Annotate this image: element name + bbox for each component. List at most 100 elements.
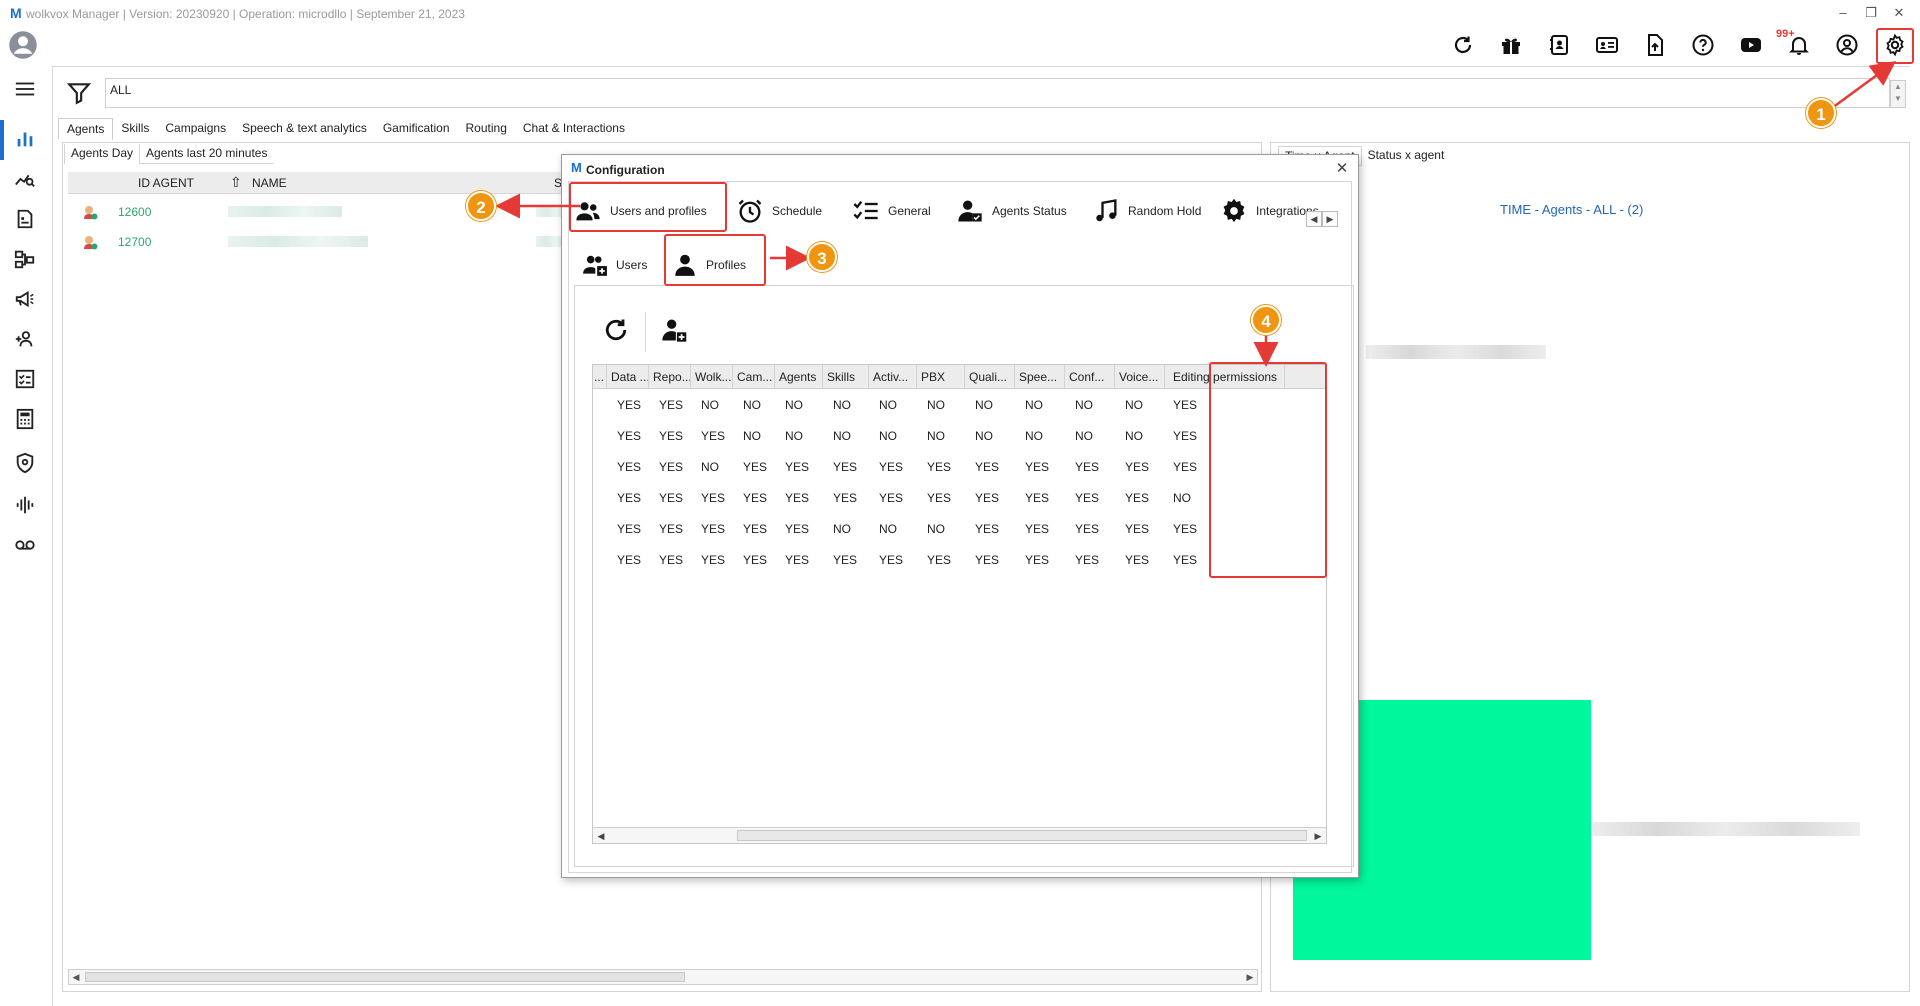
menu-hamburger-icon[interactable] — [8, 74, 42, 104]
filter-input[interactable]: ALL — [105, 78, 1890, 108]
tabs-scroll-right[interactable]: ▶ — [1322, 211, 1338, 227]
refresh-icon[interactable] — [1446, 30, 1480, 60]
table-cell: YES — [927, 460, 952, 474]
tab-chat-interactions[interactable]: Chat & Interactions — [515, 118, 633, 140]
table-cell: YES — [785, 491, 810, 505]
contacts-book-icon[interactable] — [1542, 30, 1576, 60]
table-cell: NO — [975, 398, 993, 412]
refresh-profiles-button[interactable] — [598, 312, 634, 348]
sidebar-active-indicator — [0, 120, 4, 160]
youtube-icon[interactable] — [1734, 30, 1768, 60]
scroll-right-arrow[interactable]: ▶ — [1311, 829, 1325, 843]
table-cell: YES — [975, 553, 1000, 567]
app-logo: M — [10, 5, 22, 21]
table-cell: YES — [659, 460, 684, 474]
id-card-icon[interactable] — [1590, 30, 1624, 60]
subtab-agents-day[interactable]: Agents Day — [64, 144, 141, 164]
subtab-users-label: Users — [616, 258, 648, 272]
column-name[interactable]: NAME — [252, 176, 287, 190]
sidebar-item-checklist-icon[interactable] — [8, 364, 42, 394]
sidebar-item-flows-icon[interactable] — [8, 244, 42, 274]
tab-gamification[interactable]: Gamification — [375, 118, 458, 140]
table-cell: YES — [659, 398, 684, 412]
table-cell: YES — [975, 522, 1000, 536]
tab-speech-text-analytics[interactable]: Speech & text analytics — [234, 118, 375, 140]
table-cell: NO — [1025, 429, 1043, 443]
restore-button[interactable]: ❐ — [1858, 3, 1884, 23]
sidebar-item-audio-waveform-icon[interactable] — [8, 490, 42, 520]
table-cell: YES — [617, 553, 642, 567]
table-cell: NO — [701, 398, 719, 412]
column-activities[interactable]: Activ... — [869, 365, 917, 389]
sidebar-item-dashboard-bar-chart-icon[interactable] — [8, 124, 42, 154]
minimize-button[interactable]: – — [1830, 3, 1856, 23]
scroll-left-arrow[interactable]: ◀ — [69, 970, 83, 984]
tab-skills[interactable]: Skills — [113, 118, 157, 140]
tab-schedule[interactable]: Schedule — [736, 189, 822, 233]
table-cell: YES — [617, 522, 642, 536]
upload-file-icon[interactable] — [1638, 30, 1672, 60]
sidebar-item-security-shield-icon[interactable] — [8, 448, 42, 478]
tab-agents[interactable]: Agents — [58, 118, 114, 140]
tab-random-hold[interactable]: Random Hold — [1092, 189, 1201, 233]
column-campaigns[interactable]: Cam... — [733, 365, 775, 389]
sidebar-item-calculator-icon[interactable] — [8, 404, 42, 434]
tab-campaigns[interactable]: Campaigns — [157, 118, 234, 140]
scroll-left-arrow[interactable]: ◀ — [594, 829, 608, 843]
scroll-thumb[interactable] — [85, 972, 685, 982]
filter-scroll-spinner[interactable]: ▲ ▼ — [1890, 80, 1906, 108]
column-voice[interactable]: Voice... — [1115, 365, 1165, 389]
column-speech[interactable]: Spee... — [1015, 365, 1065, 389]
table-cell: NO — [1173, 491, 1191, 505]
table-cell: YES — [743, 553, 768, 567]
alarm-clock-icon — [738, 199, 762, 223]
sidebar-item-voicemail-icon[interactable] — [8, 530, 42, 560]
agent-id: 12600 — [118, 205, 152, 219]
column-pbx[interactable]: PBX — [917, 365, 965, 389]
column-skills[interactable]: Skills — [823, 365, 869, 389]
window-titlebar: M wolkvox Manager | Version: 20230920 | … — [0, 0, 1920, 26]
sidebar-item-reports-icon[interactable] — [8, 204, 42, 234]
sidebar-item-analytics-icon[interactable] — [8, 164, 42, 194]
close-window-button[interactable]: ✕ — [1886, 3, 1912, 23]
dialog-close-button[interactable]: ✕ — [1332, 159, 1352, 177]
add-user-icon — [662, 319, 687, 342]
column-quality[interactable]: Quali... — [965, 365, 1015, 389]
scroll-thumb[interactable] — [737, 830, 1307, 841]
subtab-agents-last-20-minutes[interactable]: Agents last 20 minutes — [140, 144, 274, 164]
table-cell: YES — [927, 491, 952, 505]
table-cell: YES — [975, 491, 1000, 505]
column-data[interactable]: Data ... — [607, 365, 649, 389]
table-cell: YES — [1173, 429, 1198, 443]
tab-agents-status[interactable]: Agents Status — [956, 189, 1067, 233]
tab-routing[interactable]: Routing — [458, 118, 515, 140]
tab-integrations[interactable]: Integrations — [1220, 189, 1319, 233]
gift-icon[interactable] — [1494, 30, 1528, 60]
table-cell: YES — [1173, 460, 1198, 474]
sidebar-item-users-add-icon[interactable] — [8, 324, 42, 354]
tabs-scroll-left[interactable]: ◀ — [1306, 211, 1322, 227]
agents-horizontal-scrollbar[interactable]: ◀ ▶ — [68, 969, 1258, 985]
checklist-icon — [853, 200, 878, 220]
add-profile-button[interactable] — [656, 312, 692, 348]
column-configuration[interactable]: Conf... — [1065, 365, 1115, 389]
column-agents[interactable]: Agents — [775, 365, 823, 389]
table-cell: YES — [659, 429, 684, 443]
user-circle-icon[interactable] — [1830, 30, 1864, 60]
column-id-agent[interactable]: ID AGENT — [138, 176, 194, 190]
tab-status-x-agent[interactable]: Status x agent — [1362, 146, 1451, 166]
tab-agents-status-label: Agents Status — [992, 204, 1067, 218]
profiles-horizontal-scrollbar[interactable]: ◀ ▶ — [593, 827, 1326, 843]
tab-general[interactable]: General — [852, 189, 931, 233]
column-reports[interactable]: Repo... — [649, 365, 691, 389]
subtab-users[interactable]: Users — [582, 245, 647, 285]
sort-arrow-up-icon[interactable]: ⇧ — [230, 174, 242, 191]
scroll-right-arrow[interactable]: ▶ — [1243, 970, 1257, 984]
column-wolkvox[interactable]: Wolk... — [691, 365, 733, 389]
filter-funnel-icon[interactable] — [66, 80, 94, 108]
tabs-scroll-arrows: ◀ ▶ — [1306, 211, 1338, 227]
column-hidden[interactable]: ... — [593, 365, 607, 389]
help-icon[interactable] — [1686, 30, 1720, 60]
sidebar-item-campaigns-megaphone-icon[interactable] — [8, 284, 42, 314]
agent-name-redacted — [228, 236, 368, 247]
